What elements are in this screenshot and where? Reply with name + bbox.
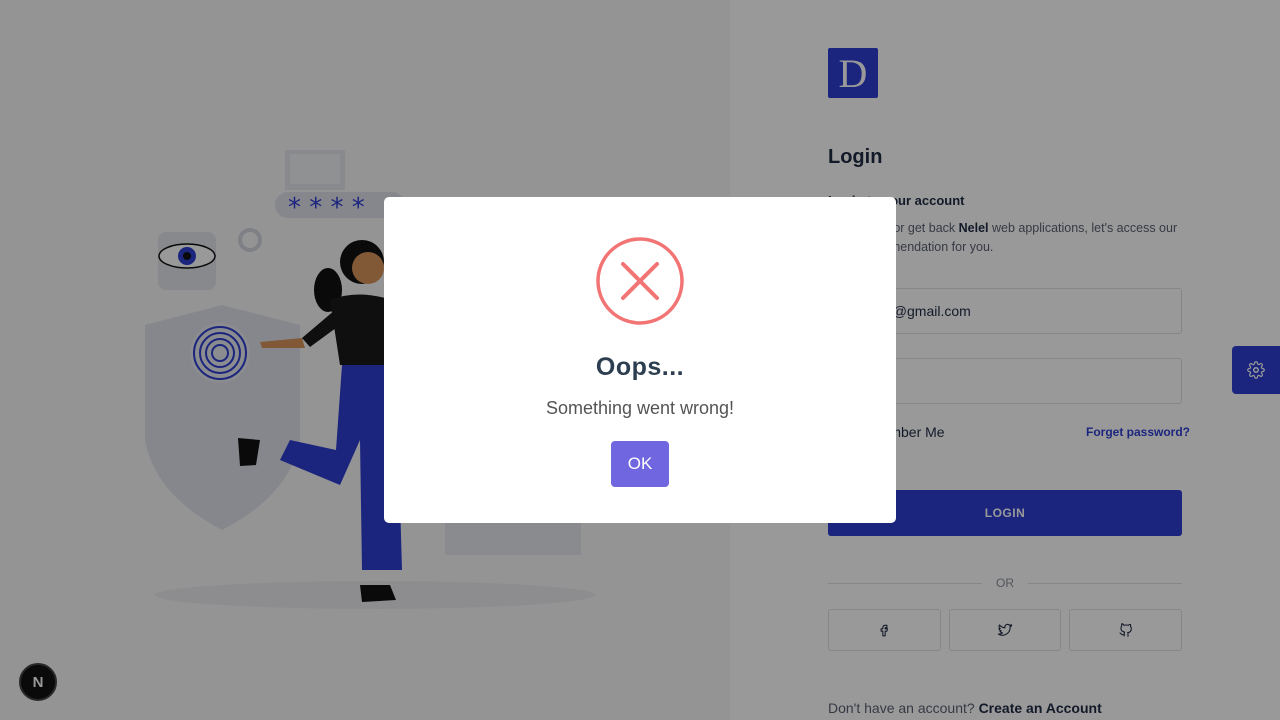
error-x-icon <box>596 237 684 325</box>
dialog-title: Oops... <box>595 353 685 381</box>
error-dialog: Oops... Something went wrong! OK <box>384 197 896 523</box>
dialog-message: Something went wrong! <box>545 398 735 418</box>
ok-button[interactable]: OK <box>611 441 669 487</box>
